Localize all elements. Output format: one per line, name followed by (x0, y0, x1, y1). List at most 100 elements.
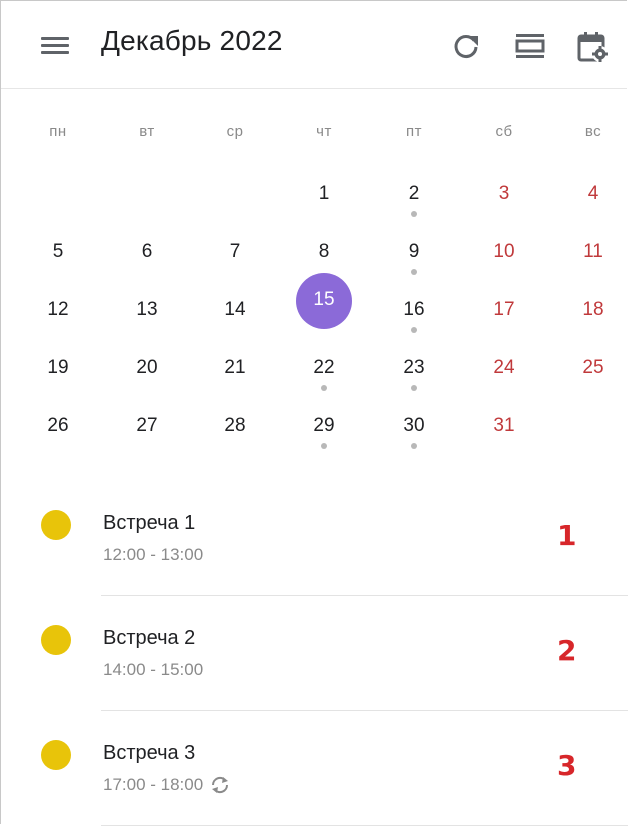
day-number: 31 (493, 415, 515, 436)
day-number: 21 (224, 357, 246, 378)
day-cell[interactable]: 10 (476, 229, 532, 279)
event-time-row: 12:00 - 13:00 (103, 545, 203, 565)
weekday-label: сб (495, 123, 513, 140)
day-cell[interactable]: 6 (119, 229, 175, 279)
event-title: Встреча 3 (103, 742, 196, 764)
event-indicator-dot (411, 269, 417, 275)
day-cell[interactable]: 12 (30, 287, 86, 337)
event-indicator-dot (321, 443, 327, 449)
event-color-dot (41, 625, 71, 655)
day-number: 6 (141, 241, 153, 262)
event-indicator-dot (411, 327, 417, 333)
repeat-icon (209, 776, 231, 794)
day-number: 17 (493, 299, 515, 320)
day-number: 8 (318, 241, 330, 262)
menu-icon[interactable] (39, 33, 73, 59)
day-cell[interactable]: 21 (207, 345, 263, 395)
day-cell[interactable]: 17 (476, 287, 532, 337)
event-indicator-dot (321, 385, 327, 391)
calendar-settings-icon[interactable] (576, 31, 610, 62)
weekday-header: пн вт ср чт пт сб вс (1, 109, 628, 149)
month-title: Декабрь 2022 (101, 25, 283, 56)
day-number: 27 (136, 415, 158, 436)
weekday-label: чт (316, 123, 332, 140)
day-number: 28 (224, 415, 246, 436)
day-number: 19 (47, 357, 69, 378)
event-time-row: 17:00 - 18:00 (103, 775, 231, 795)
menu-bar (41, 44, 69, 47)
event-time: 12:00 - 13:00 (103, 545, 204, 564)
day-cell[interactable]: 22 (296, 345, 352, 395)
day-cell[interactable]: 27 (119, 403, 175, 453)
day-cell[interactable]: 25 (565, 345, 621, 395)
event-time-row: 14:00 - 15:00 (103, 660, 203, 680)
event-time: 17:00 - 18:00 (103, 775, 204, 794)
day-number: 20 (136, 357, 158, 378)
annotation-number: 3 (557, 749, 577, 782)
event-title: Встреча 1 (103, 512, 196, 534)
day-cell[interactable]: 3 (476, 171, 532, 221)
day-number: 9 (408, 241, 420, 262)
day-number: 18 (582, 299, 604, 320)
event-item[interactable]: Встреча 2 14:00 - 15:00 2 (1, 596, 628, 711)
event-item[interactable]: Встреча 1 12:00 - 13:00 1 (1, 481, 628, 596)
refresh-icon[interactable] (451, 31, 485, 61)
app-header: Декабрь 2022 (1, 1, 627, 89)
day-cell[interactable]: 5 (30, 229, 86, 279)
day-cell[interactable]: 8 (296, 229, 352, 279)
menu-bar (41, 37, 69, 40)
day-number: 2 (408, 183, 420, 204)
day-number: 22 (313, 357, 335, 378)
day-cell[interactable]: 14 (207, 287, 263, 337)
month-grid: 1 2 3 4 5 6 7 8 9 10 11 12 13 14 15 16 17 18 19 20 21 22 23 24 2… (1, 171, 628, 461)
day-cell[interactable]: 1 (296, 171, 352, 221)
day-number: 10 (493, 241, 515, 262)
day-number: 4 (587, 183, 599, 204)
day-number: 24 (493, 357, 515, 378)
day-number: 7 (229, 241, 241, 262)
day-cell[interactable]: 9 (386, 229, 442, 279)
day-cell[interactable]: 7 (207, 229, 263, 279)
event-indicator-dot (411, 443, 417, 449)
day-cell[interactable]: 13 (119, 287, 175, 337)
weekday-label: вс (584, 123, 602, 140)
day-cell[interactable]: 28 (207, 403, 263, 453)
day-cell[interactable]: 16 (386, 287, 442, 337)
day-cell[interactable]: 31 (476, 403, 532, 453)
day-number: 1 (318, 183, 330, 204)
event-time: 14:00 - 15:00 (103, 660, 204, 679)
day-number: 14 (224, 299, 246, 320)
day-number: 13 (136, 299, 158, 320)
view-toggle-icon[interactable] (513, 31, 547, 61)
day-cell[interactable]: 23 (386, 345, 442, 395)
day-cell[interactable]: 2 (386, 171, 442, 221)
day-cell[interactable]: 29 (296, 403, 352, 453)
weekday-label: пн (49, 123, 67, 140)
day-cell[interactable]: 11 (565, 229, 621, 279)
day-cell[interactable]: 30 (386, 403, 442, 453)
event-color-dot (41, 510, 71, 540)
event-indicator-dot (411, 211, 417, 217)
menu-bar (41, 51, 69, 54)
day-cell[interactable]: 4 (565, 171, 621, 221)
day-number: 23 (403, 357, 425, 378)
event-list: Встреча 1 12:00 - 13:00 1 Встреча 2 14:00 - … (1, 481, 628, 826)
day-cell-selected[interactable]: 15 (296, 273, 352, 329)
day-cell[interactable]: 19 (30, 345, 86, 395)
day-number: 12 (47, 299, 69, 320)
day-number: 29 (313, 415, 335, 436)
weekday-label: ср (226, 123, 244, 140)
event-indicator-dot (411, 385, 417, 391)
day-number: 5 (52, 241, 64, 262)
day-cell[interactable]: 20 (119, 345, 175, 395)
day-number: 25 (582, 357, 604, 378)
event-item[interactable]: Встреча 3 17:00 - 18:00 3 (1, 711, 628, 826)
annotation-number: 2 (557, 634, 577, 667)
weekday-label: вт (139, 123, 155, 140)
day-number: 15 (313, 289, 335, 310)
day-cell[interactable]: 18 (565, 287, 621, 337)
day-number: 30 (403, 415, 425, 436)
event-title: Встреча 2 (103, 627, 196, 649)
day-cell[interactable]: 24 (476, 345, 532, 395)
day-cell[interactable]: 26 (30, 403, 86, 453)
